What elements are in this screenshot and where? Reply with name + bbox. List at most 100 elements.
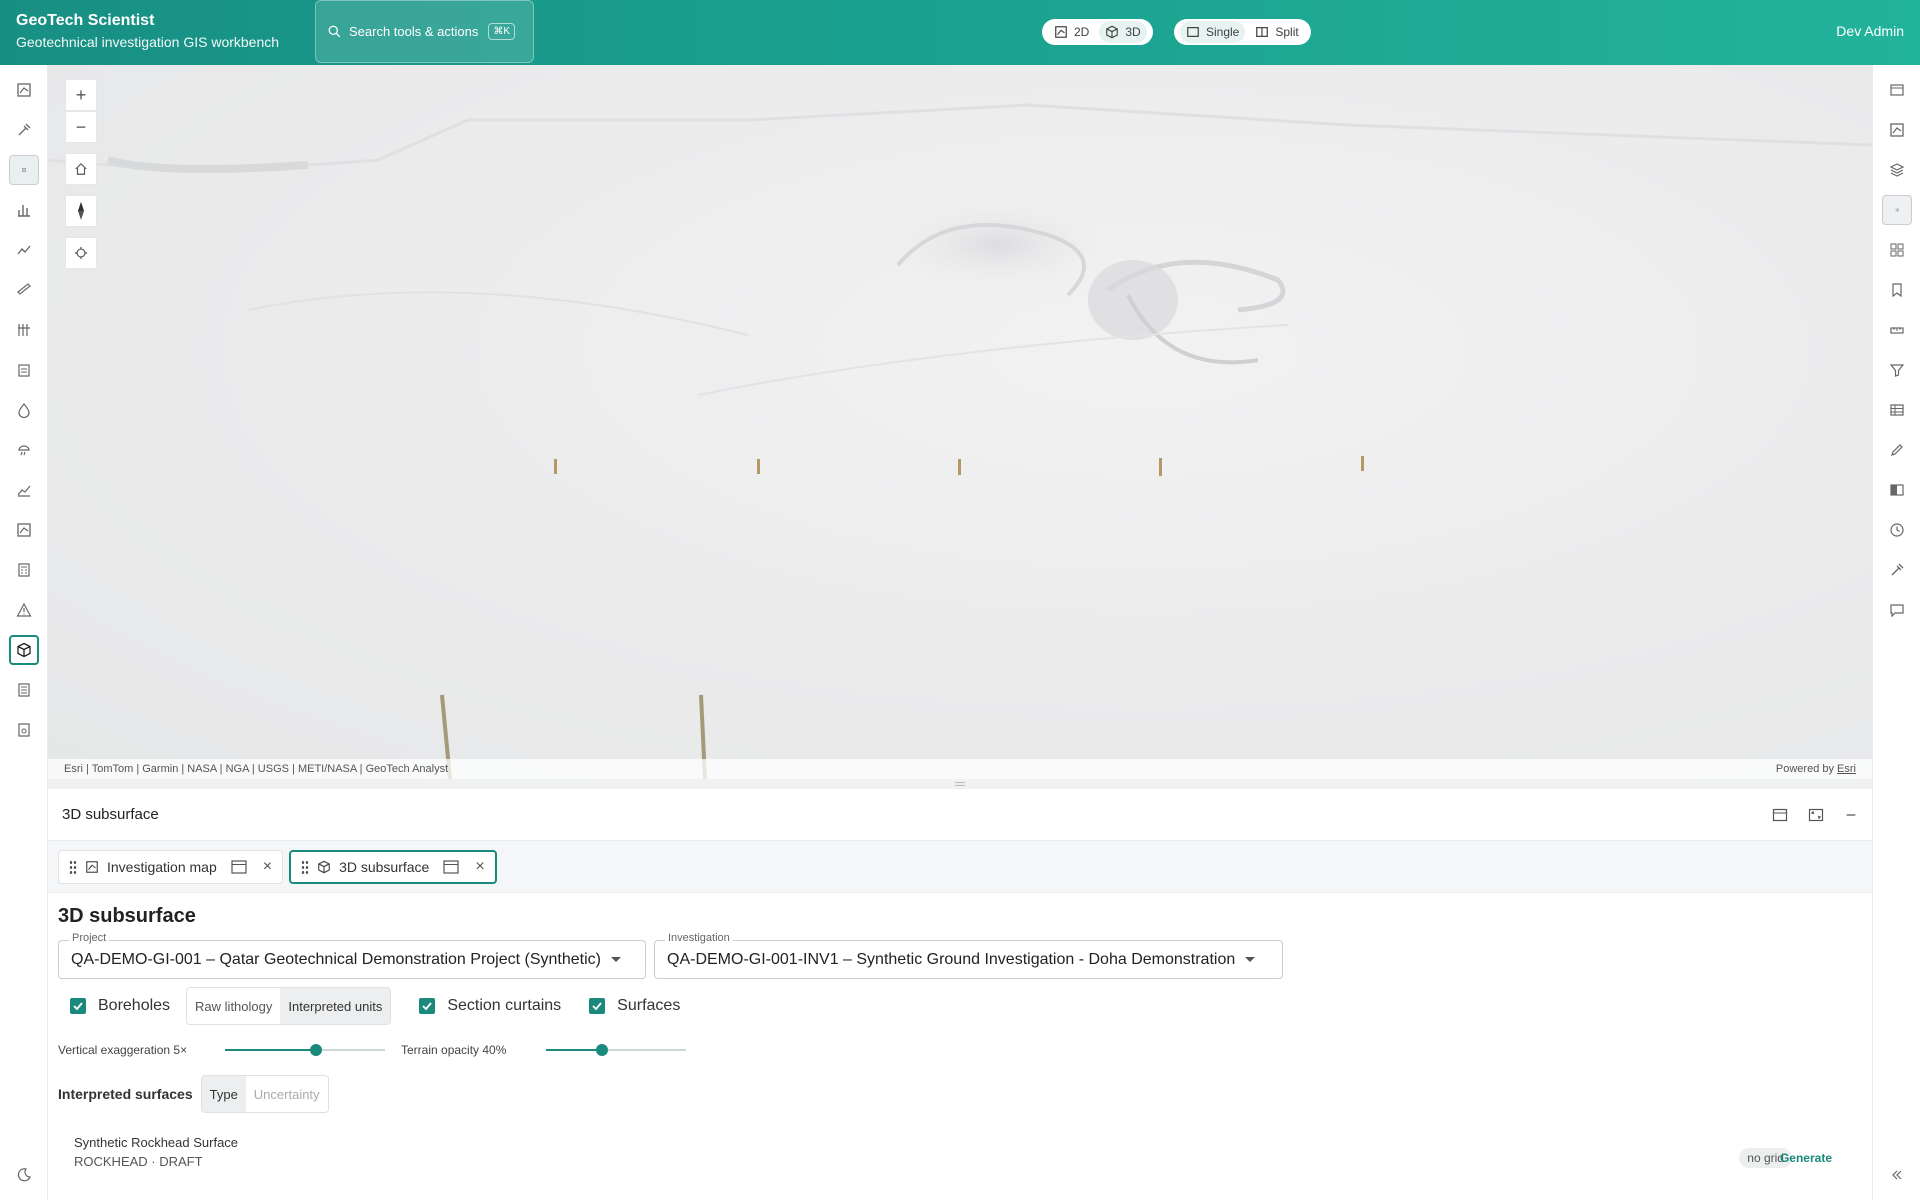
left-toolbar xyxy=(0,65,48,1200)
compass-button[interactable] xyxy=(65,195,97,227)
surface-list-item[interactable]: Synthetic Rockhead Surface ROCKHEAD · DR… xyxy=(58,1135,1862,1169)
bar-chart-icon[interactable] xyxy=(9,195,39,225)
satellite-icon[interactable] xyxy=(1882,555,1912,585)
esri-link[interactable]: Esri xyxy=(1837,763,1856,775)
generate-button[interactable]: Generate xyxy=(1780,1151,1832,1165)
interpreted-units-option[interactable]: Interpreted units xyxy=(280,988,391,1024)
layout-single-button[interactable]: Single xyxy=(1180,21,1246,43)
drill-icon[interactable] xyxy=(9,115,39,145)
project-label: Project xyxy=(69,932,110,944)
search-box[interactable]: Search tools & actions ⌘K xyxy=(315,0,534,63)
layers-icon[interactable] xyxy=(1882,155,1912,185)
slider-thumb[interactable] xyxy=(310,1044,323,1056)
dock-icon[interactable] xyxy=(231,859,247,874)
pencil-icon[interactable] xyxy=(1882,435,1912,465)
report-icon[interactable] xyxy=(9,675,39,705)
log-icon[interactable] xyxy=(9,315,39,345)
line-chart-icon[interactable] xyxy=(9,235,39,265)
water-drop-icon[interactable] xyxy=(9,395,39,425)
compare-icon[interactable] xyxy=(1882,475,1912,505)
zoom-out-button[interactable]: − xyxy=(65,111,97,143)
basemap-icon[interactable] xyxy=(1882,115,1912,145)
investigation-label: Investigation xyxy=(665,932,733,944)
brand: GeoTech Scientist Geotechnical investiga… xyxy=(16,12,279,50)
map-3d-view[interactable]: + − Esri | TomTom | Garmin | NASA | NGA … xyxy=(48,65,1872,779)
uncertainty-option[interactable]: Uncertainty xyxy=(246,1076,328,1112)
interpreted-surfaces-label: Interpreted surfaces xyxy=(58,1086,193,1102)
dark-mode-icon[interactable] xyxy=(9,1160,39,1190)
grip-icon xyxy=(955,782,965,786)
fullscreen-icon[interactable] xyxy=(1808,807,1824,823)
grid-icon[interactable] xyxy=(1882,235,1912,265)
drag-handle-icon[interactable] xyxy=(301,859,310,874)
calculator-icon[interactable] xyxy=(9,555,39,585)
3d-subsurface-icon[interactable] xyxy=(9,635,39,665)
powered-by-label: Powered by xyxy=(1775,763,1834,775)
minimize-icon[interactable] xyxy=(1844,808,1858,822)
borehole-marker xyxy=(1159,458,1162,476)
measure-icon[interactable] xyxy=(1882,315,1912,345)
chevron-down-icon xyxy=(1245,957,1256,962)
checkbox-checked-icon xyxy=(419,998,436,1014)
slider-thumb[interactable] xyxy=(596,1044,608,1056)
investigation-select[interactable]: Investigation QA-DEMO-GI-001-INV1 – Synt… xyxy=(654,932,1283,979)
home-icon xyxy=(75,162,87,175)
map-tool-icon[interactable] xyxy=(9,75,39,105)
map-attribution: Esri | TomTom | Garmin | NASA | NGA | US… xyxy=(48,759,1872,779)
collapse-icon[interactable] xyxy=(1882,1160,1912,1190)
view-2d-button[interactable]: 2D xyxy=(1048,21,1095,43)
cube-icon xyxy=(1106,25,1119,39)
home-button[interactable] xyxy=(65,153,97,185)
comment-icon[interactable] xyxy=(1882,595,1912,625)
clipboard-icon[interactable] xyxy=(9,355,39,385)
zoom-in-button[interactable]: + xyxy=(65,79,97,111)
split-layout-icon xyxy=(1256,27,1269,37)
tab-label: 3D subsurface xyxy=(339,858,430,875)
close-icon[interactable]: × xyxy=(263,858,272,876)
user-menu[interactable]: Dev Admin xyxy=(1836,23,1904,39)
tab-investigation-map[interactable]: Investigation map × xyxy=(58,849,284,884)
surfaces-checkbox[interactable]: Surfaces xyxy=(589,997,680,1015)
type-option[interactable]: Type xyxy=(201,1076,246,1112)
terrain-opacity-label: Terrain opacity 40% xyxy=(401,1043,507,1057)
investigation-value: QA-DEMO-GI-001-INV1 – Synthetic Ground I… xyxy=(667,950,1236,968)
subsurface-content: 3D subsurface Project QA-DEMO-GI-001 – Q… xyxy=(48,893,1872,1181)
view-3d-label: 3D xyxy=(1125,25,1141,39)
table-icon[interactable] xyxy=(1882,395,1912,425)
right-toolbar xyxy=(1872,65,1920,1200)
locate-button[interactable] xyxy=(65,237,97,269)
view-3d-button[interactable]: 3D xyxy=(1099,21,1147,43)
tab-3d-subsurface[interactable]: 3D subsurface × xyxy=(289,849,497,884)
project-select[interactable]: Project QA-DEMO-GI-001 – Qatar Geotechni… xyxy=(58,932,646,979)
clock-icon[interactable] xyxy=(1882,515,1912,545)
vertical-exaggeration-slider[interactable] xyxy=(225,1043,385,1057)
lithology-toggle: Raw lithology Interpreted units xyxy=(186,987,392,1025)
section-heading: 3D subsurface xyxy=(58,905,196,927)
warning-icon[interactable] xyxy=(9,595,39,625)
filter-icon[interactable] xyxy=(1882,355,1912,385)
terrain-opacity-slider[interactable] xyxy=(546,1043,686,1057)
panel-resize-handle[interactable] xyxy=(48,779,1872,789)
legend-list-icon[interactable] xyxy=(1882,195,1912,225)
surface-actions: no grid Generate xyxy=(1739,1148,1832,1168)
investigation-map-icon[interactable] xyxy=(9,155,39,185)
boreholes-checkbox[interactable]: Boreholes xyxy=(70,997,170,1015)
close-icon[interactable]: × xyxy=(475,858,484,876)
section-curtains-checkbox[interactable]: Section curtains xyxy=(419,997,561,1015)
dock-icon[interactable] xyxy=(443,859,459,874)
raw-lithology-option[interactable]: Raw lithology xyxy=(187,988,280,1024)
profile-icon[interactable] xyxy=(9,475,39,505)
panel-icon[interactable] xyxy=(1882,75,1912,105)
rain-icon[interactable] xyxy=(9,435,39,465)
vertical-exaggeration-label: Vertical exaggeration 5× xyxy=(58,1043,188,1057)
surfaces-label: Surfaces xyxy=(617,997,681,1014)
section-icon[interactable] xyxy=(9,275,39,305)
image-map-icon[interactable] xyxy=(9,515,39,545)
dock-icon[interactable] xyxy=(1772,807,1788,823)
document-icon[interactable] xyxy=(9,715,39,745)
layout-split-button[interactable]: Split xyxy=(1249,21,1304,43)
bookmark-icon[interactable] xyxy=(1882,275,1912,305)
panel-title: 3D subsurface xyxy=(62,806,159,823)
map-icon xyxy=(1055,26,1067,38)
drag-handle-icon[interactable] xyxy=(69,859,77,874)
